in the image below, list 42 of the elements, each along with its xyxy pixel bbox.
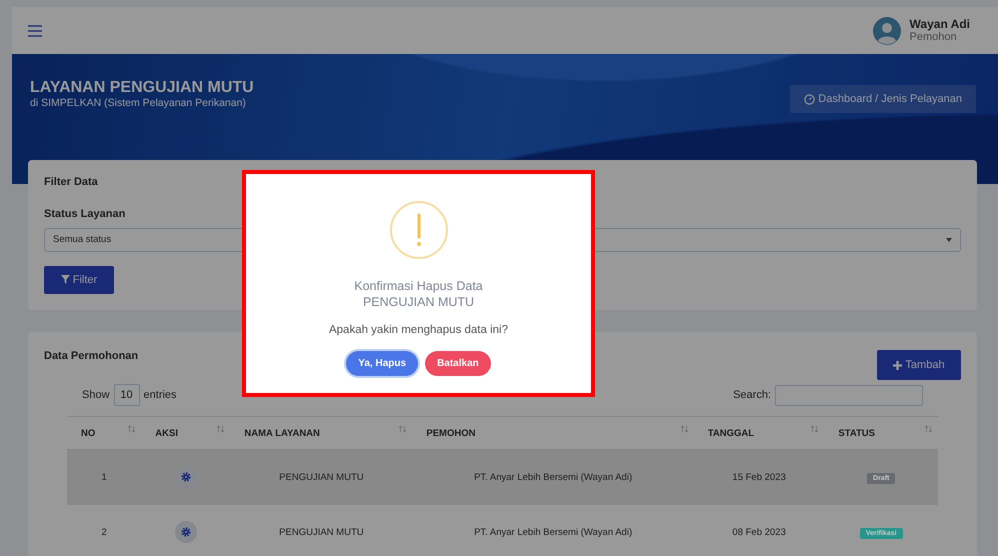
table-cell: PT. Anyar Lebih Bersemi (Wayan Adi) [412, 504, 694, 556]
sort-icon [811, 425, 818, 433]
search-label: Search: [733, 389, 771, 401]
table-cell: PENGUJIAN MUTU [230, 450, 412, 504]
table-cell: 15 Feb 2023 [694, 450, 824, 504]
table-cell: 08 Feb 2023 [694, 504, 824, 556]
warning-icon [388, 200, 448, 260]
page-subtitle: di SIMPELKAN (Sistem Pelayanan Perikanan) [30, 97, 247, 109]
page-title: LAYANAN PENGUJIAN MUTU [30, 79, 254, 97]
sort-icon [925, 425, 932, 433]
entries-select[interactable]: 10 [114, 384, 140, 406]
dialog-message: Apakah yakin menghapus data ini? [328, 324, 508, 336]
cancel-button[interactable]: Batalkan [425, 351, 491, 376]
card-title: Data Permohonan [44, 350, 138, 362]
gear-icon[interactable] [174, 466, 197, 488]
sort-icon [399, 425, 406, 433]
funnel-icon [60, 275, 70, 284]
gear-icon[interactable] [174, 521, 197, 543]
dialog-title: Konfirmasi Hapus Data PENGUJIAN MUTU [354, 278, 483, 310]
user-name: Wayan Adi [910, 18, 970, 30]
gauge-icon [804, 94, 816, 104]
avatar-icon[interactable] [872, 16, 901, 44]
card-title: Filter Data [44, 176, 99, 188]
entries-label: entries [144, 389, 177, 401]
table-cell: 2 [67, 504, 142, 556]
table-cell: PT. Anyar Lebih Bersemi (Wayan Adi) [412, 450, 694, 504]
sort-icon [128, 425, 136, 433]
field-label: Status Layanan [44, 208, 126, 220]
table-cell: PENGUJIAN MUTU [230, 504, 412, 556]
column-header[interactable]: PEMOHON [412, 416, 694, 450]
plus-icon [893, 360, 902, 370]
sort-icon [680, 425, 688, 433]
confirm-button[interactable]: Ya, Hapus [346, 351, 418, 376]
caret-icon [946, 238, 952, 242]
user-role: Pemohon [910, 30, 958, 44]
sort-icon [217, 425, 224, 433]
search-field[interactable] [775, 384, 923, 406]
menu-icon[interactable] [28, 24, 42, 36]
add-button[interactable]: Tambah [877, 350, 961, 380]
filter-button[interactable]: Filter [44, 266, 114, 294]
show-label: Show [82, 389, 110, 401]
table-cell: 1 [67, 450, 142, 504]
